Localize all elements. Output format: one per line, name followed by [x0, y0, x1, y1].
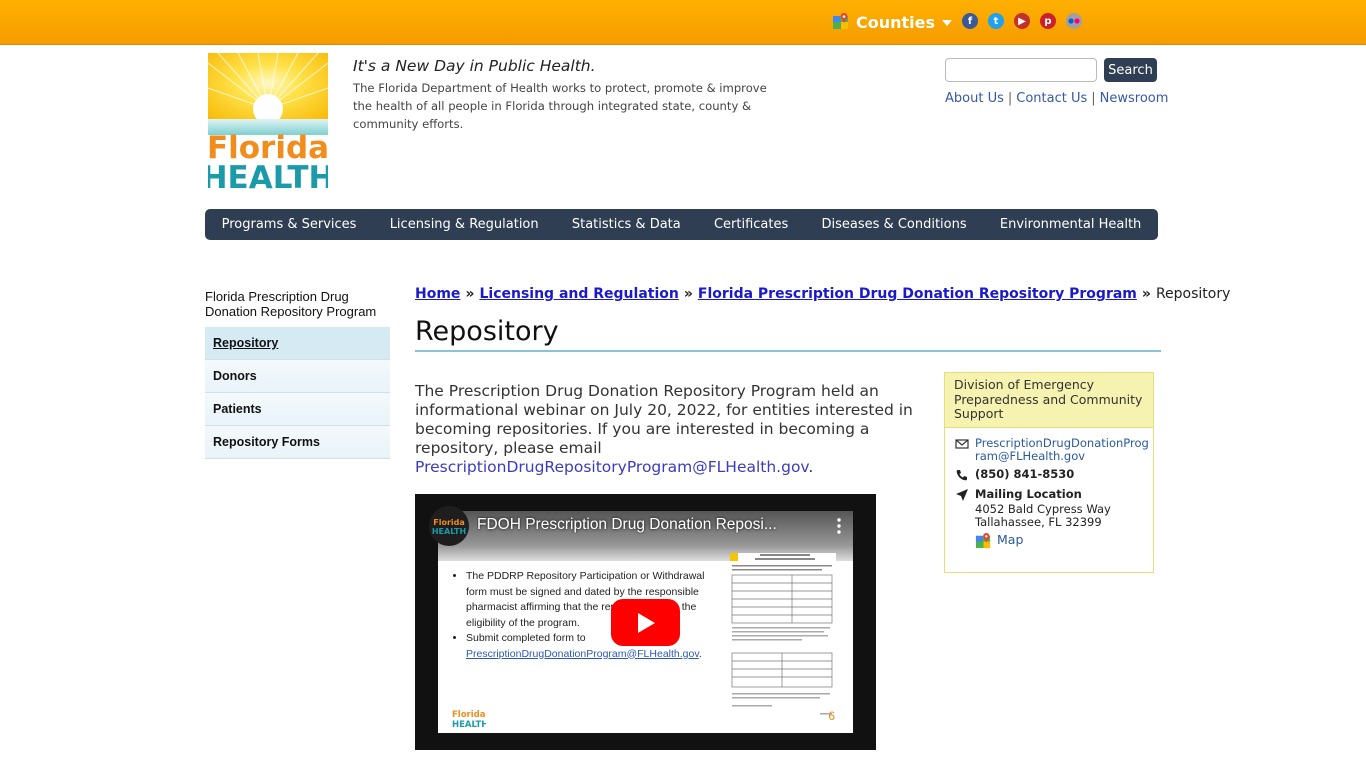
svg-text:HEALTH: HEALTH — [452, 720, 486, 729]
more-options-icon[interactable] — [835, 516, 843, 536]
search-button[interactable]: Search — [1104, 58, 1157, 82]
breadcrumb-program[interactable]: Florida Prescription Drug Donation Repos… — [698, 286, 1137, 302]
contact-box: Division of Emergency Preparedness and C… — [944, 372, 1154, 573]
contact-us-link[interactable]: Contact Us — [1016, 91, 1087, 106]
newsroom-link[interactable]: Newsroom — [1100, 91, 1169, 106]
video-title[interactable]: FDOH Prescription Drug Donation Reposi..… — [477, 516, 822, 534]
main-nav: Programs & Services Licensing & Regulati… — [205, 209, 1158, 240]
twitter-icon[interactable]: t — [988, 13, 1004, 29]
nav-diseases-conditions[interactable]: Diseases & Conditions — [822, 217, 967, 232]
intro-paragraph: The Prescription Drug Donation Repositor… — [415, 382, 913, 476]
svg-text:Florida: Florida — [433, 518, 465, 527]
sidebar-title: Florida Prescription Drug Donation Repos… — [205, 289, 377, 319]
contact-heading: Division of Emergency Preparedness and C… — [945, 373, 1153, 428]
svg-text:HEALTH: HEALTH — [432, 527, 466, 536]
tagline: It's a New Day in Public Health. — [353, 57, 596, 75]
contact-email-link[interactable]: PrescriptionDrugDonationProgram@FLHealth… — [975, 436, 1149, 463]
utility-links: About Us | Contact Us | Newsroom — [945, 91, 1169, 106]
search-input[interactable] — [945, 58, 1097, 82]
map-link[interactable]: Map — [997, 532, 1023, 547]
sidebar-item-patients[interactable]: Patients — [205, 393, 390, 426]
sidebar-item-repository[interactable]: Repository — [205, 327, 390, 360]
flickr-icon[interactable] — [1066, 13, 1082, 29]
slide-logo: Florida HEALTH — [452, 710, 486, 729]
intro-text: The Prescription Drug Donation Repositor… — [415, 382, 913, 457]
play-button[interactable] — [611, 599, 680, 646]
sidebar-menu: Repository Donors Patients Repository Fo… — [205, 327, 390, 459]
florida-health-logo[interactable]: Florida HEALTH — [202, 52, 334, 196]
mission-statement: The Florida Department of Health works t… — [353, 81, 767, 131]
facebook-icon[interactable]: f — [962, 13, 978, 29]
phone-icon — [956, 470, 967, 481]
sidebar-item-donors[interactable]: Donors — [205, 360, 390, 393]
youtube-icon[interactable]: ▶ — [1014, 13, 1030, 29]
counties-dropdown[interactable]: Counties — [832, 10, 953, 34]
map-pin-icon — [832, 13, 850, 31]
nav-licensing-regulation[interactable]: Licensing & Regulation — [390, 217, 539, 232]
mailing-location-label: Mailing Location — [975, 487, 1082, 501]
video-embed[interactable]: The PDDRP Repository Participation or Wi… — [415, 494, 876, 750]
location-arrow-icon — [956, 489, 968, 501]
social-links: f t ▶ p — [962, 13, 1082, 29]
contact-phone[interactable]: (850) 841-8530 — [975, 467, 1074, 481]
google-maps-icon — [975, 533, 991, 549]
envelope-icon — [955, 439, 969, 449]
channel-avatar[interactable]: Florida HEALTH — [429, 506, 469, 546]
breadcrumb-current: Repository — [1155, 286, 1231, 302]
counties-label: Counties — [856, 12, 936, 32]
chevron-down-icon — [942, 20, 953, 26]
breadcrumb-home[interactable]: Home — [415, 286, 460, 302]
nav-programs-services[interactable]: Programs & Services — [222, 217, 357, 232]
address-line-2: Tallahassee, FL 32399 — [975, 515, 1102, 529]
nav-environmental-health[interactable]: Environmental Health — [1000, 217, 1141, 232]
form-preview-image — [730, 553, 836, 719]
about-us-link[interactable]: About Us — [945, 91, 1004, 106]
page-title: Repository — [415, 316, 1161, 352]
logo-health-text: HEALTH — [208, 160, 328, 189]
breadcrumb-licensing[interactable]: Licensing and Regulation — [479, 286, 678, 302]
nav-certificates[interactable]: Certificates — [714, 217, 788, 232]
sidebar-item-repository-forms[interactable]: Repository Forms — [205, 426, 390, 459]
pinterest-icon[interactable]: p — [1040, 13, 1056, 29]
top-bar: Counties f t ▶ p — [0, 0, 1366, 45]
breadcrumb: Home» Licensing and Regulation» Florida Pr… — [415, 286, 1231, 302]
intro-email-link[interactable]: PrescriptionDrugRepositoryProgram@FLHeal… — [415, 458, 808, 476]
svg-text:Florida: Florida — [452, 710, 486, 720]
slide-number: 6 — [828, 709, 835, 723]
nav-statistics-data[interactable]: Statistics & Data — [572, 217, 681, 232]
